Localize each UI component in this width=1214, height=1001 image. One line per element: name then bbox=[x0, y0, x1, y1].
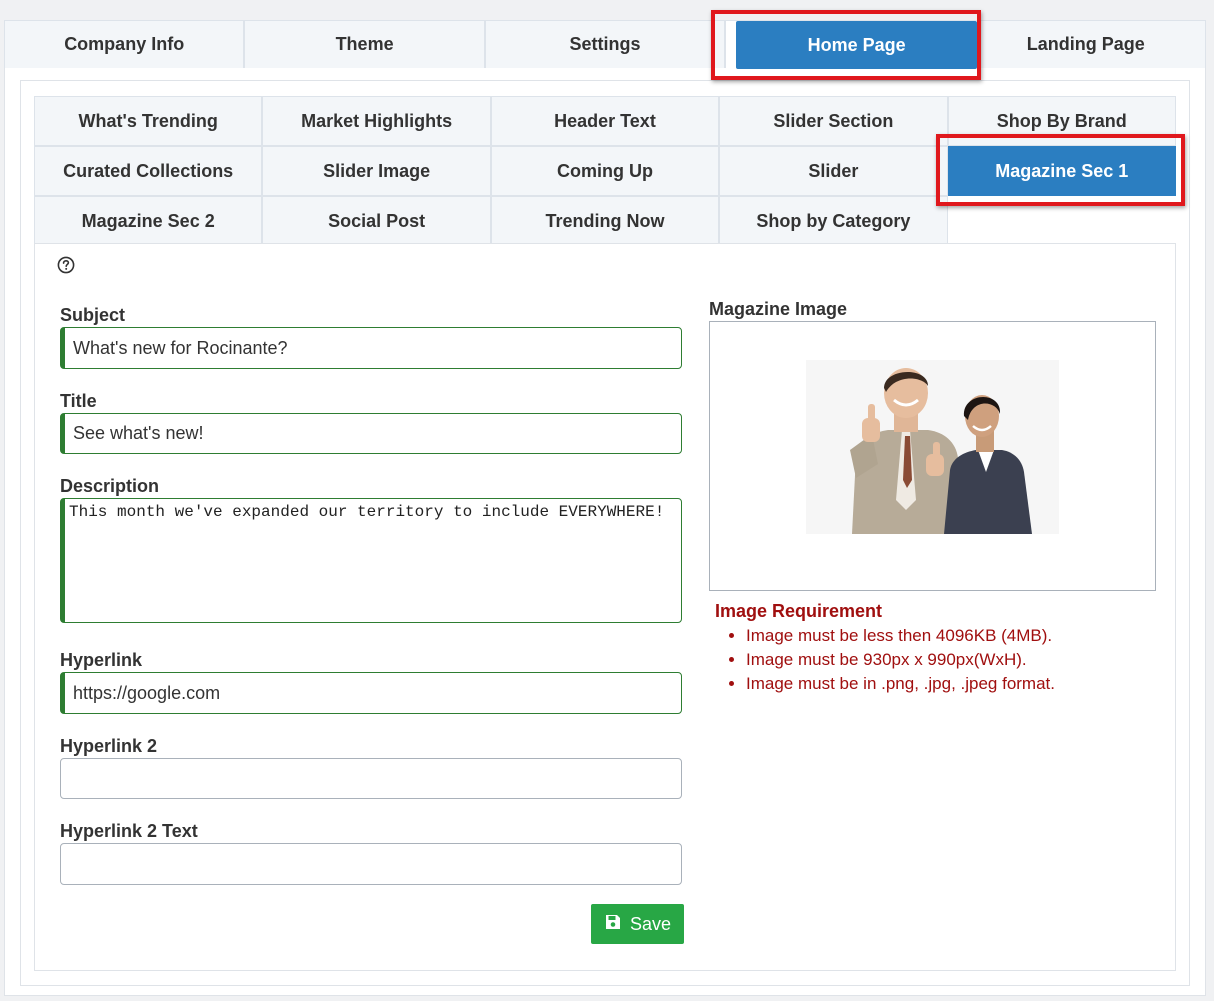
title-label: Title bbox=[60, 391, 97, 411]
tab-curated-collections[interactable]: Curated Collections bbox=[34, 146, 263, 196]
requirement-size: Image must be less then 4096KB (4MB). bbox=[746, 624, 1055, 648]
save-button[interactable]: Save bbox=[591, 904, 684, 944]
image-requirement-list: Image must be less then 4096KB (4MB). Im… bbox=[715, 624, 1055, 696]
tab-social-post[interactable]: Social Post bbox=[262, 196, 491, 246]
image-requirement-title: Image Requirement bbox=[715, 601, 883, 621]
hyperlink-2-text-label: Hyperlink 2 Text bbox=[60, 821, 198, 841]
tab-theme[interactable]: Theme bbox=[244, 20, 485, 68]
hyperlink-2-input[interactable] bbox=[60, 758, 682, 799]
floppy-disk-icon bbox=[604, 913, 622, 936]
highlight-magazine-sec-1 bbox=[936, 134, 1185, 206]
tab-header-text[interactable]: Header Text bbox=[490, 96, 720, 146]
question-circle-icon[interactable] bbox=[57, 256, 75, 274]
subject-input[interactable]: What's new for Rocinante? bbox=[60, 327, 682, 369]
tab-whats-trending[interactable]: What's Trending bbox=[34, 96, 263, 146]
requirement-format: Image must be in .png, .jpg, .jpeg forma… bbox=[746, 672, 1055, 696]
subject-label: Subject bbox=[60, 305, 126, 325]
hyperlink-2-label: Hyperlink 2 bbox=[60, 736, 158, 756]
hyperlink-input[interactable]: https://google.com bbox=[60, 672, 682, 714]
magazine-image-upload[interactable] bbox=[709, 321, 1156, 591]
magazine-image-label: Magazine Image bbox=[709, 299, 848, 319]
tab-slider-image[interactable]: Slider Image bbox=[262, 146, 491, 196]
tab-magazine-sec-2[interactable]: Magazine Sec 2 bbox=[34, 196, 263, 246]
tab-slider-section[interactable]: Slider Section bbox=[719, 96, 948, 146]
tab-market-highlights[interactable]: Market Highlights bbox=[262, 96, 491, 146]
tab-company-info[interactable]: Company Info bbox=[4, 20, 245, 68]
save-button-label: Save bbox=[629, 913, 672, 934]
tab-coming-up[interactable]: Coming Up bbox=[490, 146, 720, 196]
tab-settings[interactable]: Settings bbox=[484, 20, 726, 68]
magazine-image-preview bbox=[806, 360, 1059, 534]
highlight-home-page bbox=[711, 10, 981, 80]
description-textarea[interactable]: This month we've expanded our territory … bbox=[60, 498, 682, 623]
hyperlink-2-text-input[interactable] bbox=[60, 843, 682, 885]
description-label: Description bbox=[60, 476, 160, 496]
tab-trending-now[interactable]: Trending Now bbox=[490, 196, 720, 246]
tab-landing-page[interactable]: Landing Page bbox=[965, 20, 1206, 68]
hyperlink-label: Hyperlink bbox=[60, 650, 143, 670]
tab-slider[interactable]: Slider bbox=[719, 146, 948, 196]
tab-shop-by-category[interactable]: Shop by Category bbox=[719, 196, 948, 246]
main-tab-bar: Company Info Theme Settings Home Page La… bbox=[4, 20, 1206, 69]
requirement-dimensions: Image must be 930px x 990px(WxH). bbox=[746, 648, 1055, 672]
title-input[interactable]: See what's new! bbox=[60, 413, 682, 454]
